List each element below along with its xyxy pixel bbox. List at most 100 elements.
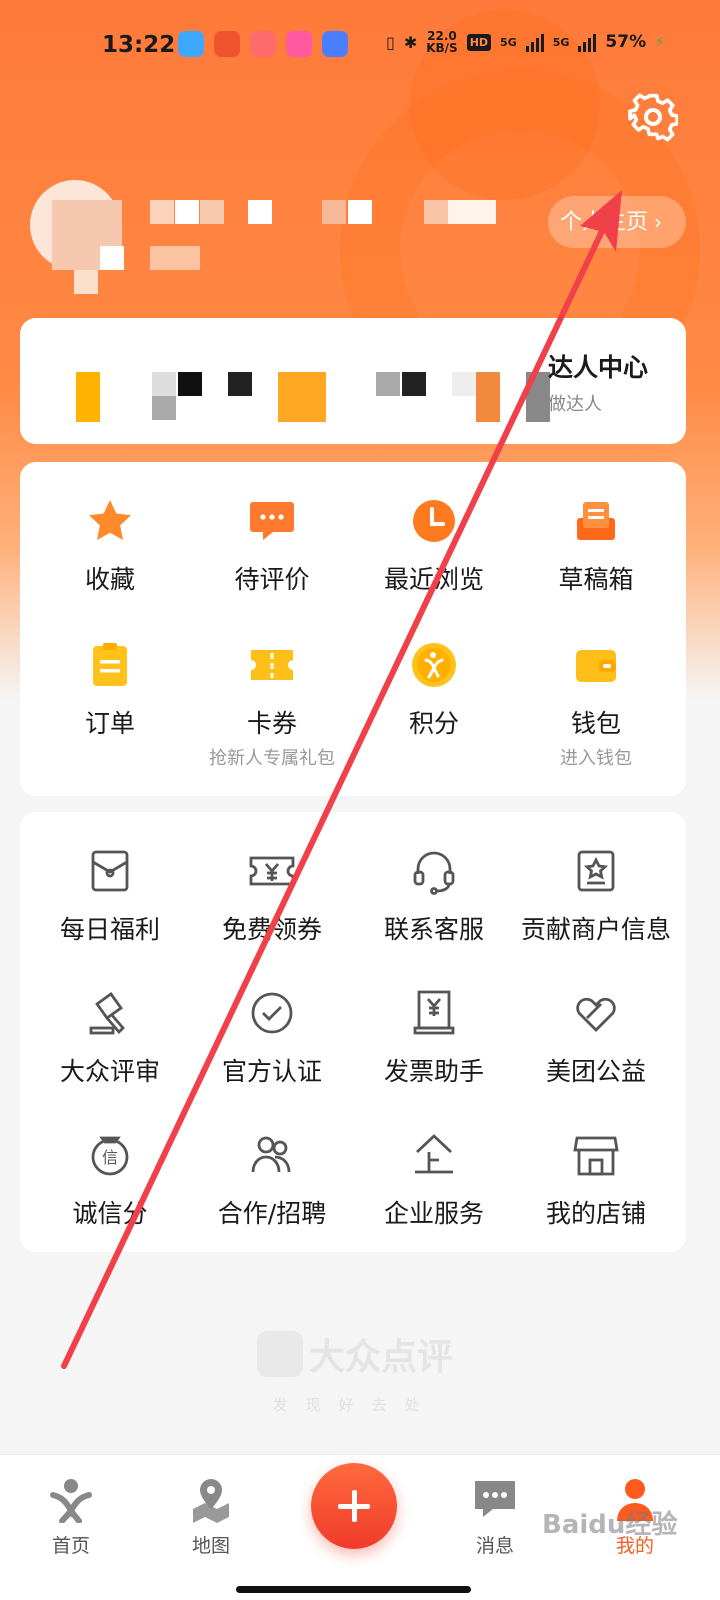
wallet-label: 钱包	[570, 709, 621, 738]
notification-app-icons	[178, 31, 348, 57]
app-notification-icon	[250, 31, 276, 57]
my-store-entry[interactable]: 我的店铺	[516, 1130, 676, 1230]
redacted-mosaic	[424, 200, 448, 224]
redacted-mosaic	[200, 200, 224, 224]
contribute-merchant-entry[interactable]: 贡献商户信息	[516, 846, 676, 946]
signal-2-label: 5G	[552, 35, 570, 49]
redacted-mosaic	[152, 396, 176, 420]
cooperation-recruitment-entry[interactable]: 合作/招聘	[192, 1130, 352, 1230]
wallet-entry[interactable]: 钱包 进入钱包	[516, 640, 676, 770]
talent-center-card[interactable]: 达人中心 做达人	[20, 318, 686, 444]
redacted-mosaic	[448, 200, 496, 224]
redacted-mosaic	[376, 372, 400, 396]
people-icon	[251, 1136, 291, 1173]
brand-name: 大众点评	[308, 1337, 453, 1378]
signal-strength-icon	[525, 32, 544, 52]
free-coupons-label: 免费领券	[221, 915, 322, 944]
baidu-jingyan-watermark: Baidu经验	[542, 1510, 678, 1540]
redacted-mosaic	[150, 246, 200, 270]
brand-footer: 大众点评 发现好去处	[250, 1328, 460, 1415]
redacted-mosaic	[152, 372, 176, 396]
tab-messages-label: 消息	[475, 1535, 514, 1557]
status-indicators: ▯ ✱ 22.0 KB/S HD 5G 5G 57% ⚡	[386, 30, 664, 54]
daily-welfare-entry[interactable]: 每日福利	[30, 846, 190, 946]
official-certification-entry[interactable]: 官方认证	[192, 988, 352, 1088]
dianping-logo-icon	[256, 1331, 303, 1377]
wallet-sub-text: 进入钱包	[560, 748, 632, 769]
redacted-mosaic	[74, 270, 98, 294]
meituan-charity-entry[interactable]: 美团公益	[516, 988, 676, 1088]
talent-center-subtitle: 做达人	[548, 394, 602, 415]
credit-score-label: 诚信分	[72, 1199, 148, 1228]
services-card: 每日福利 免费领券 联系客服 贡献商户信息 大众评审 官方认证 发票助手 美团公…	[20, 812, 686, 1252]
coupons-promo-text: 抢新人专属礼包	[209, 748, 335, 769]
battery-level: 57%	[605, 32, 647, 52]
public-review-label: 大众评审	[59, 1057, 160, 1086]
drafts-label: 草稿箱	[558, 565, 634, 594]
public-review-entry[interactable]: 大众评审	[30, 988, 190, 1088]
redacted-mosaic	[402, 372, 426, 396]
customer-service-label: 联系客服	[383, 915, 484, 944]
official-certification-label: 官方认证	[221, 1057, 322, 1086]
settings-gear-icon[interactable]	[628, 92, 678, 142]
recent-browse-entry[interactable]: 最近浏览	[354, 496, 514, 596]
redacted-mosaic	[175, 200, 199, 224]
my-store-label: 我的店铺	[545, 1199, 646, 1228]
signal-strength-icon	[578, 32, 597, 52]
meituan-charity-label: 美团公益	[545, 1057, 646, 1086]
home-mascot-icon	[50, 1479, 92, 1524]
redacted-mosaic	[526, 372, 550, 422]
tab-messages[interactable]: 消息	[450, 1475, 540, 1558]
credit-score-entry[interactable]: 信 诚信分	[30, 1130, 190, 1230]
svg-text:信: 信	[102, 1148, 118, 1167]
enterprise-icon	[415, 1134, 453, 1174]
customer-service-entry[interactable]: 联系客服	[354, 846, 514, 946]
tab-home[interactable]: 首页	[26, 1475, 116, 1558]
tab-home-label: 首页	[51, 1535, 90, 1557]
status-time: 13:22	[102, 32, 176, 58]
order-clipboard-icon	[93, 643, 127, 686]
redacted-mosaic	[248, 200, 272, 224]
invoice-assistant-entry[interactable]: 发票助手	[354, 988, 514, 1088]
contribute-merchant-label: 贡献商户信息	[520, 915, 671, 944]
free-coupons-entry[interactable]: 免费领券	[192, 846, 352, 946]
orders-entry[interactable]: 订单	[30, 640, 190, 740]
personal-homepage-link[interactable]: 个人主页 ›	[548, 196, 686, 248]
homepage-link-label: 个人主页	[560, 210, 649, 235]
redacted-mosaic	[76, 372, 100, 422]
coupons-entry[interactable]: 卡券 抢新人专属礼包	[192, 640, 352, 770]
redacted-mosaic	[278, 372, 326, 422]
brand-tagline: 发现好去处	[272, 1396, 438, 1414]
points-coin-icon	[412, 643, 456, 687]
recent-browse-label: 最近浏览	[383, 565, 484, 594]
redacted-mosaic	[452, 372, 476, 396]
enterprise-service-entry[interactable]: 企业服务	[354, 1130, 514, 1230]
pending-review-entry[interactable]: 待评价	[192, 496, 352, 596]
tab-map-label: 地图	[191, 1535, 230, 1557]
tab-map[interactable]: 地图	[166, 1475, 256, 1558]
charging-icon: ⚡	[655, 34, 665, 50]
ticket-icon	[251, 650, 293, 680]
drafts-entry[interactable]: 草稿箱	[516, 496, 676, 596]
redacted-stats	[50, 318, 550, 444]
redacted-mosaic	[178, 372, 202, 396]
wallet-icon	[576, 650, 616, 682]
vibrate-icon: ▯	[386, 32, 395, 52]
redacted-mosaic	[228, 372, 252, 396]
redacted-mosaic	[322, 200, 346, 224]
app-notification-icon	[286, 31, 312, 57]
points-entry[interactable]: 积分	[354, 640, 514, 740]
coupons-label: 卡券	[246, 709, 297, 738]
chat-bubble-icon	[250, 502, 294, 540]
credit-badge-icon: 信	[91, 1136, 129, 1176]
bluetooth-icon: ✱	[403, 32, 418, 52]
gavel-icon	[89, 992, 125, 1035]
redacted-mosaic	[348, 200, 372, 224]
favorites-entry[interactable]: 收藏	[30, 496, 190, 596]
add-post-button[interactable]	[311, 1463, 397, 1549]
talent-center-title: 达人中心	[548, 353, 649, 382]
network-speed: 22.0 KB/S	[426, 29, 458, 55]
points-label: 积分	[408, 709, 459, 738]
redacted-mosaic	[150, 200, 174, 224]
user-profile-info[interactable]	[30, 180, 550, 298]
